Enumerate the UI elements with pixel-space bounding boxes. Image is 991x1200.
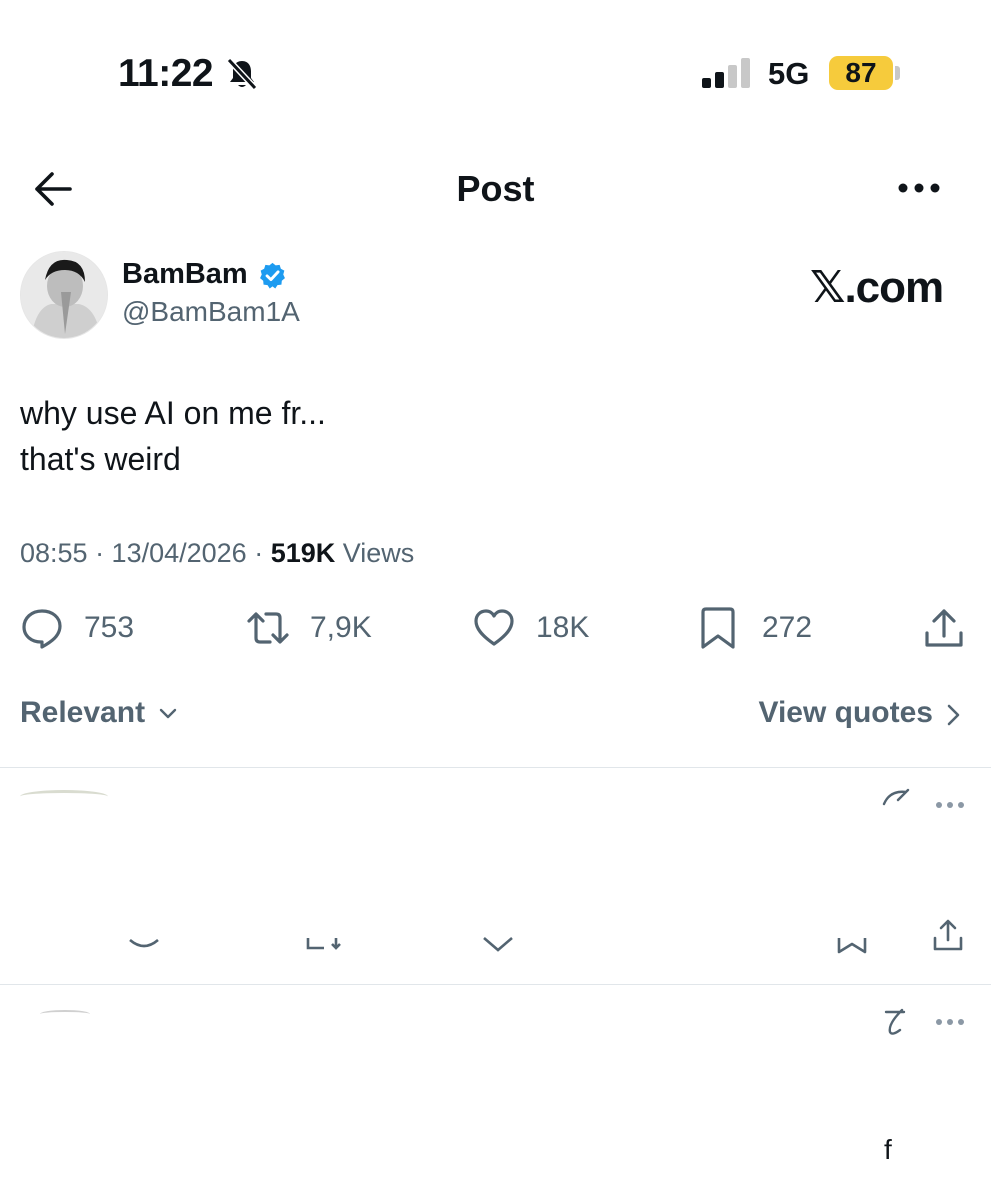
reply-button[interactable]: 753 [20,606,134,650]
reply-count: 753 [84,611,135,644]
avatar-photo [21,252,107,338]
tweet-timestamp: 08:55 · 13/04/2026 · [20,538,271,568]
x-brand-watermark: 𝕏.com [810,263,944,312]
reply-avatar[interactable] [20,790,108,803]
repost-icon [247,612,289,644]
chevron-down-icon [160,708,177,719]
reply-share-icon[interactable] [932,918,964,952]
reply-avatar[interactable] [40,1010,90,1018]
tweet-line-2: that's weird [20,441,181,477]
network-label: 5G [768,56,810,91]
verified-badge-icon [260,262,285,289]
bookmark-button[interactable]: 272 [698,606,812,650]
sort-relevant-dropdown[interactable]: Relevant [20,696,177,730]
views-count[interactable]: 519K [271,538,336,568]
divider [0,984,991,985]
chevron-right-icon [947,704,960,726]
bell-muted-icon [226,57,258,91]
divider [0,767,991,768]
reply-bookmark-cropped-icon[interactable] [836,936,868,954]
more-options-icon[interactable] [896,176,942,200]
author-name[interactable]: BamBam [122,258,248,291]
reply-more-icon[interactable] [934,800,966,810]
author-avatar[interactable] [20,251,108,339]
view-quotes-label: View quotes [758,696,934,729]
bookmark-count: 272 [762,611,813,644]
status-time: 11:22 [118,52,214,95]
signal-icon [702,58,750,88]
grok-icon[interactable] [880,1006,910,1038]
reply-more-icon[interactable] [934,1017,966,1027]
bookmark-icon [701,607,735,649]
tweet-line-1: why use AI on me fr... [20,395,326,431]
like-count: 18K [536,611,590,644]
battery-level: 87 [829,56,893,90]
reply-icon [22,609,62,649]
grok-icon[interactable] [880,788,910,808]
repost-count: 7,9K [310,611,372,644]
like-button[interactable]: 18K [472,606,589,650]
view-quotes-link[interactable]: View quotes [759,696,934,730]
views-label: Views [335,538,415,568]
reply-actions-cropped [129,937,513,952]
sort-relevant-label: Relevant [20,696,146,729]
reply-text-fragment: f [884,1134,892,1165]
author-handle[interactable]: @BamBam1A [122,296,300,328]
tweet-meta: 08:55 · 13/04/2026 · 519K Views [20,538,414,569]
repost-button[interactable]: 7,9K [246,606,372,650]
battery-nub [895,66,900,80]
tweet-text: why use AI on me fr... that's weird [20,390,326,482]
share-icon[interactable] [922,606,966,650]
page-title: Post [456,168,535,209]
heart-icon [474,609,514,646]
